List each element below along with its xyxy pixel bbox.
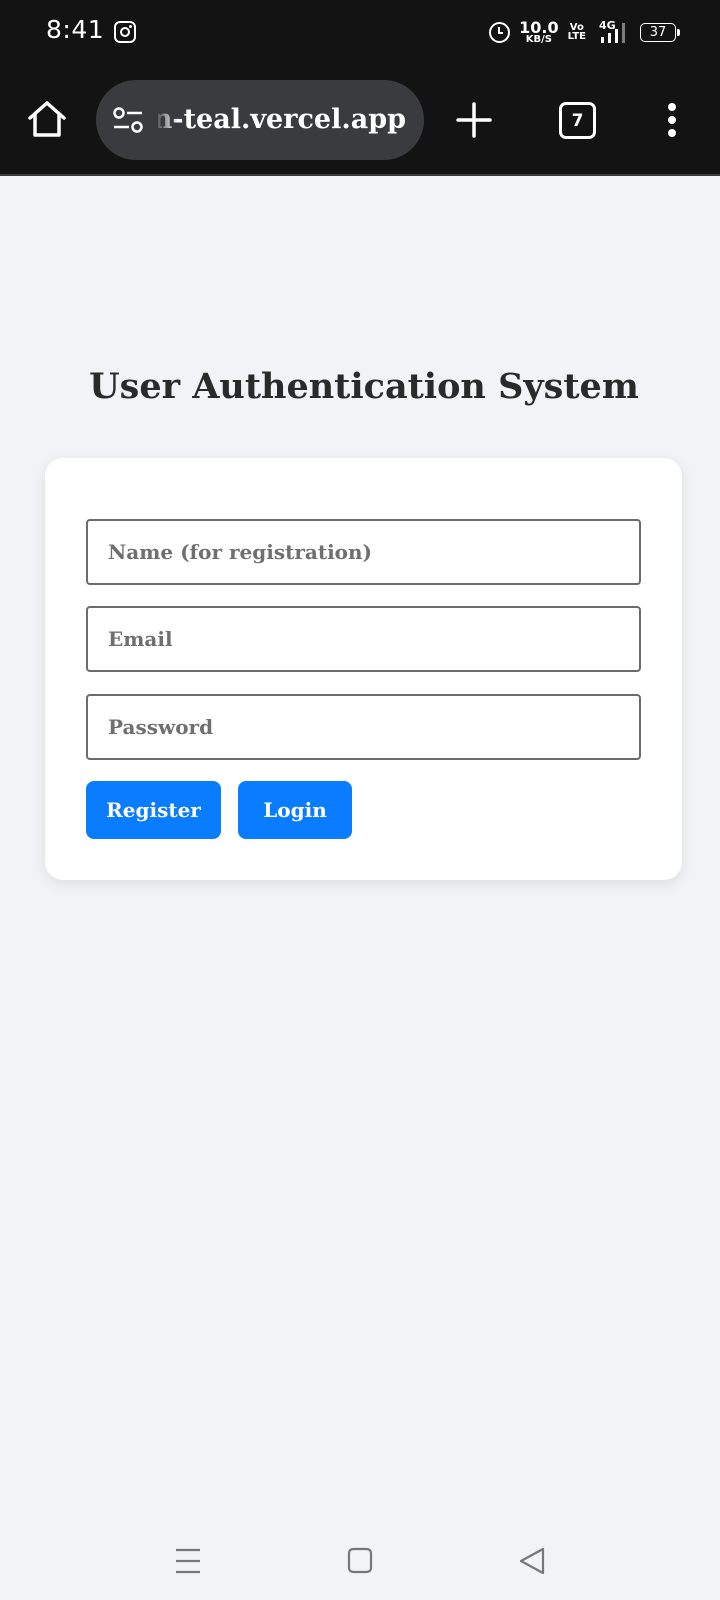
status-time: 8:41 [46,15,105,44]
home-icon[interactable] [26,98,68,140]
url-value: user-authentication-teal.vercel.app [158,104,406,135]
login-button[interactable]: Login [238,781,352,839]
new-tab-icon[interactable] [454,100,494,140]
network-speed-value: 10.0 [519,17,559,37]
name-input[interactable] [86,519,641,585]
system-navigation-bar [0,1520,720,1600]
volte-indicator: Vo LTE [567,22,586,42]
back-icon[interactable] [512,1542,552,1580]
browser-toolbar: user-authentication-teal.vercel.app 7 [0,64,720,176]
battery-icon: 37 [640,22,680,42]
network-type: 4G [599,19,616,32]
network-speed-unit: KB/S [525,33,552,45]
email-input[interactable] [86,606,641,672]
battery-level: 37 [649,24,667,40]
register-button[interactable]: Register [86,781,221,839]
recent-apps-icon[interactable] [168,1542,208,1580]
tab-count: 7 [571,110,584,131]
url-fade [154,98,178,142]
instagram-notification-icon [114,21,136,43]
tab-switcher-button[interactable]: 7 [559,102,596,139]
url-text[interactable]: user-authentication-teal.vercel.app [158,104,406,138]
status-indicators: 10.0 KB/S Vo LTE 4G 37 [489,17,680,47]
alarm-icon [489,21,511,43]
site-settings-icon[interactable] [112,106,144,134]
more-options-icon[interactable] [662,100,682,140]
page-title: User Authentication System [89,366,639,407]
signal-icon: 4G [595,19,631,45]
status-bar: 8:41 10.0 KB/S Vo LTE 4G 37 [0,0,720,64]
network-speed: 10.0 KB/S [519,17,559,45]
password-input[interactable] [86,694,641,760]
address-bar[interactable]: user-authentication-teal.vercel.app [96,80,424,160]
volte-bottom: LTE [567,31,586,42]
home-nav-icon[interactable] [340,1542,380,1580]
auth-form-card: Register Login [45,458,682,880]
